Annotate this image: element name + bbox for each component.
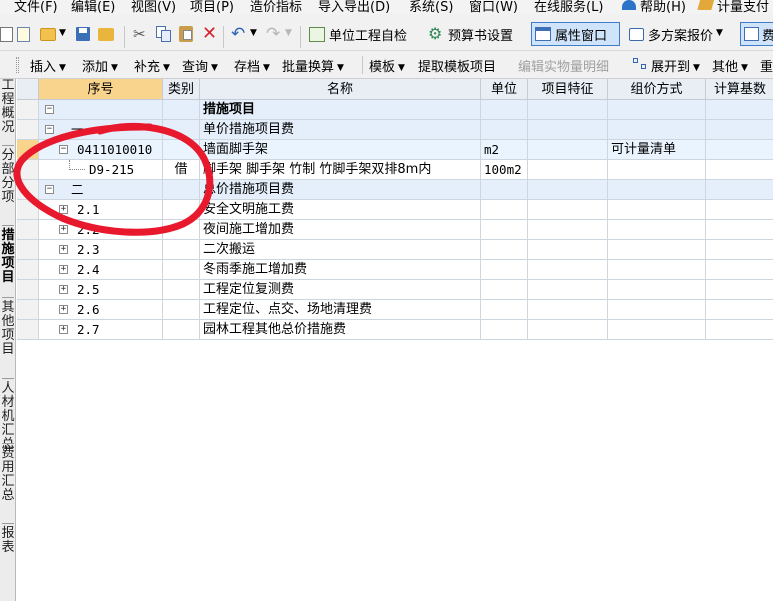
red-circle-annotation bbox=[13, 122, 214, 236]
